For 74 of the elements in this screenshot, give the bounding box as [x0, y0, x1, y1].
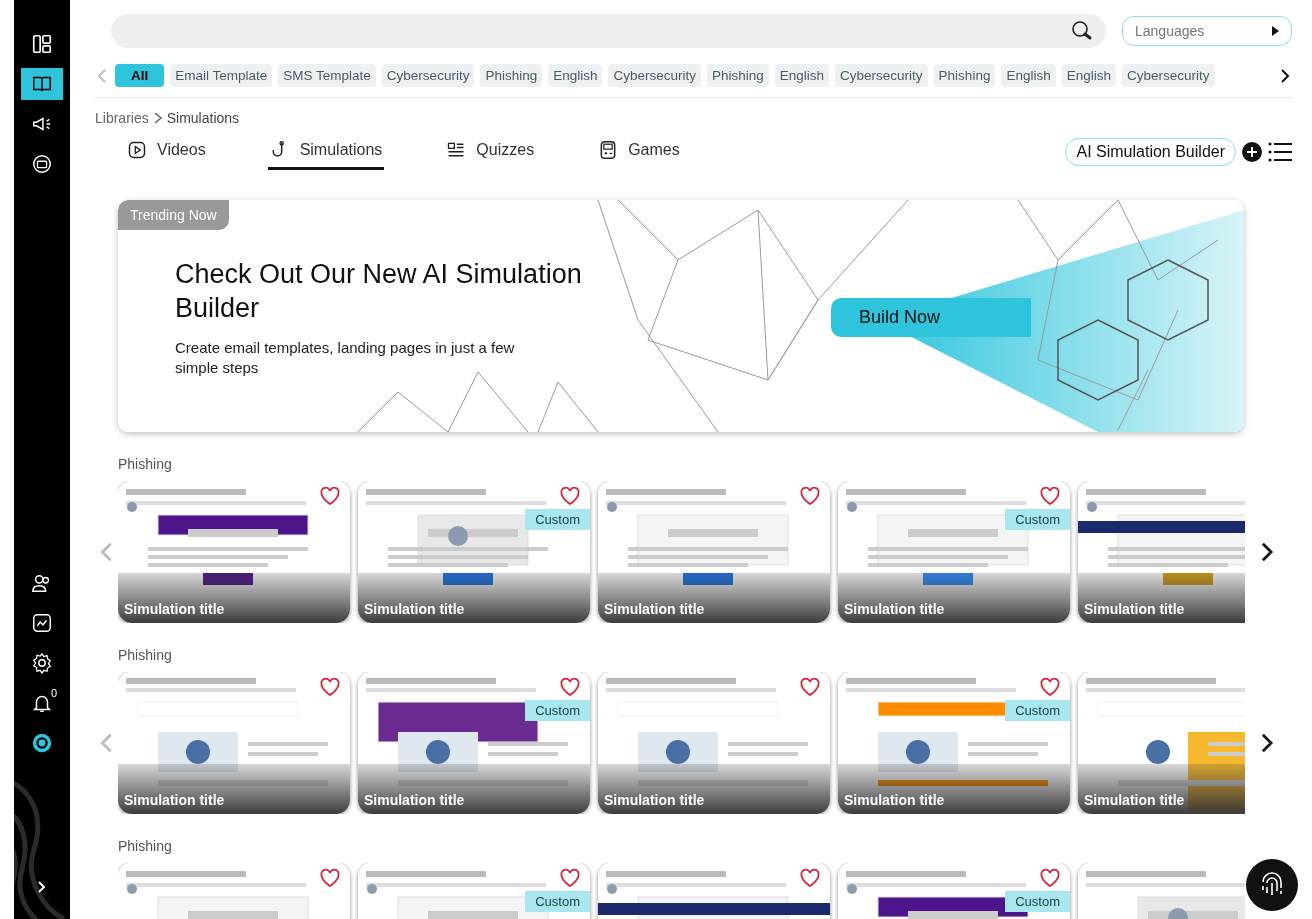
breadcrumb-current: Simulations: [166, 110, 240, 126]
trending-tag: Trending Now: [118, 200, 229, 230]
list-view-icon[interactable]: [1268, 141, 1292, 163]
heart-icon[interactable]: [320, 869, 340, 888]
tab[interactable]: Quizzes: [444, 134, 537, 170]
filter-chip[interactable]: English: [548, 64, 603, 87]
list-icon: [446, 140, 467, 160]
tab[interactable]: Games: [596, 134, 682, 170]
heart-icon[interactable]: [560, 487, 580, 506]
card-title: Simulation title: [604, 601, 705, 617]
filter-chip[interactable]: SMS Template: [278, 64, 376, 87]
section-title: Phishing: [118, 456, 173, 472]
custom-badge: Custom: [1005, 891, 1070, 912]
play-icon: [127, 140, 147, 160]
filter-chip[interactable]: All: [115, 64, 165, 87]
filter-chip[interactable]: English: [774, 64, 830, 87]
section-title: Phishing: [118, 838, 173, 854]
heart-icon[interactable]: [320, 487, 340, 506]
card-title: Simulation title: [844, 601, 945, 617]
chevron-icon: [152, 112, 163, 124]
chart-icon: [31, 612, 53, 634]
scroll-right-icon[interactable]: [1278, 67, 1292, 84]
filter-chip[interactable]: Phishing: [933, 64, 996, 87]
coin-icon: [31, 153, 53, 175]
custom-badge: Custom: [525, 700, 590, 721]
filter-chip[interactable]: Phishing: [480, 64, 543, 87]
caret-icon: [1270, 26, 1280, 36]
heart-icon[interactable]: [320, 678, 340, 697]
card-title: Simulation title: [1084, 601, 1185, 617]
card-title: Simulation title: [1084, 792, 1185, 808]
custom-badge: Custom: [1005, 700, 1070, 721]
sidebar-item[interactable]: [21, 68, 63, 100]
banner-title: Check Out Our New AI Simulation Builder: [175, 258, 583, 325]
card-title: Simulation title: [124, 601, 225, 617]
filter-chip[interactable]: Phishing: [707, 64, 769, 87]
heart-icon[interactable]: [800, 869, 820, 888]
heart-icon[interactable]: [560, 678, 580, 697]
filter-chip[interactable]: Email Template: [170, 64, 273, 87]
add-icon[interactable]: [1242, 142, 1262, 162]
language-dropdown[interactable]: Languages: [1122, 16, 1292, 46]
custom-badge: Custom: [1005, 509, 1070, 530]
build-now-button[interactable]: Build Now: [831, 298, 1031, 337]
heart-icon[interactable]: [1040, 869, 1060, 888]
tab[interactable]: Videos: [125, 134, 208, 170]
card-title: Simulation title: [604, 792, 705, 808]
heart-icon[interactable]: [800, 487, 820, 506]
breadcrumb-link[interactable]: Libraries: [95, 110, 149, 126]
card-title: Simulation title: [364, 601, 465, 617]
heart-icon[interactable]: [800, 678, 820, 697]
banner-subtitle: Create email templates, landing pages in just a few simple steps: [175, 337, 516, 378]
section-title: Phishing: [118, 647, 173, 663]
sidebar-item[interactable]: 0: [21, 687, 63, 719]
filter-chip[interactable]: Cybersecurity: [835, 64, 928, 87]
ai-builder-button[interactable]: AI Simulation Builder: [1065, 138, 1236, 166]
filter-chip[interactable]: English: [1061, 64, 1116, 87]
heart-icon[interactable]: [1040, 678, 1060, 697]
card-title: Simulation title: [124, 792, 225, 808]
search-field[interactable]: [111, 14, 1106, 48]
heart-icon[interactable]: [560, 869, 580, 888]
card-title: Simulation title: [364, 792, 465, 808]
filter-chip[interactable]: Cybersecurity: [608, 64, 701, 87]
settings-icon: [31, 652, 53, 674]
notification-count: 0: [50, 687, 57, 699]
dashboard-icon: [31, 33, 53, 55]
filter-chip[interactable]: Cybersecurity: [381, 64, 475, 87]
heart-icon[interactable]: [1040, 487, 1060, 506]
filter-chip[interactable]: English: [1001, 64, 1056, 87]
custom-badge: Custom: [525, 891, 590, 912]
filter-chip[interactable]: Cybersecurity: [1121, 64, 1215, 87]
custom-badge: Custom: [525, 509, 590, 530]
card-title: Simulation title: [844, 792, 945, 808]
fingerprint-button[interactable]: [1246, 859, 1298, 911]
tab[interactable]: Simulations: [267, 134, 385, 170]
profile-icon: [31, 732, 53, 754]
